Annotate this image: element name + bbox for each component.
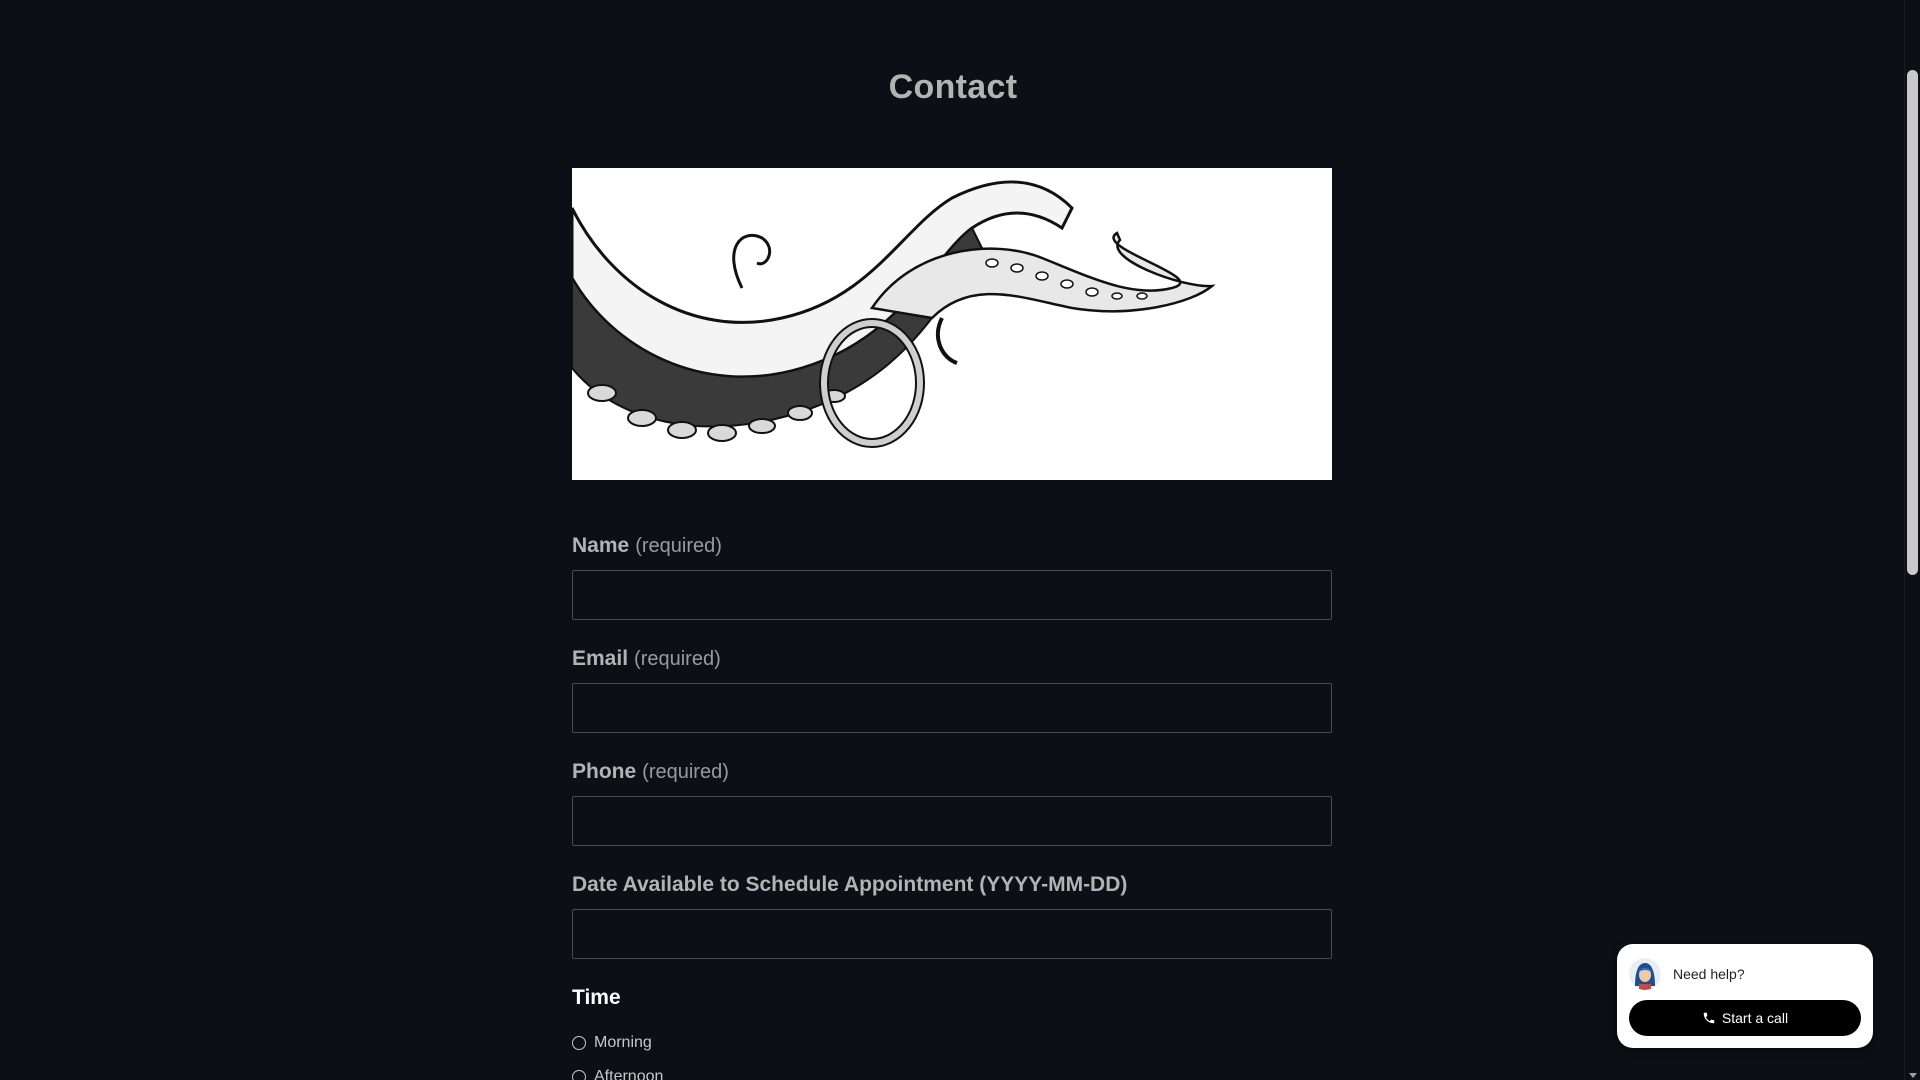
date-input[interactable] xyxy=(572,909,1332,959)
assistant-avatar xyxy=(1629,958,1661,990)
date-field-label: Date Available to Schedule Appointment (… xyxy=(572,873,1127,897)
octopus-tentacles-illustration xyxy=(572,168,1332,480)
phone-icon xyxy=(1703,1012,1715,1024)
phone-label-text: Phone xyxy=(572,760,637,783)
time-option-afternoon[interactable]: Afternoon xyxy=(572,1068,663,1080)
start-call-label: Start a call xyxy=(1721,1010,1789,1026)
start-call-button[interactable]: Start a call xyxy=(1629,1000,1861,1036)
email-field-label: Email (required) xyxy=(572,647,721,671)
phone-input[interactable] xyxy=(572,796,1332,846)
name-label-text: Name xyxy=(572,534,630,557)
morning-label: Morning xyxy=(594,1034,652,1051)
phone-field-label: Phone (required) xyxy=(572,760,729,784)
name-required-hint: (required) xyxy=(635,535,722,557)
need-help-text: Need help? xyxy=(1673,966,1745,982)
name-input[interactable] xyxy=(572,570,1332,620)
page-title: Contact xyxy=(888,68,1018,106)
afternoon-label: Afternoon xyxy=(594,1068,664,1080)
email-input[interactable] xyxy=(572,683,1332,733)
help-chat-widget: Need help? Start a call xyxy=(1617,944,1873,1048)
email-required-hint: (required) xyxy=(634,648,721,670)
date-label-text: Date Available to Schedule Appointment (… xyxy=(572,873,1128,896)
scrollbar-thumb[interactable] xyxy=(1907,70,1918,575)
phone-required-hint: (required) xyxy=(642,761,729,783)
afternoon-radio[interactable] xyxy=(572,1070,586,1080)
name-field-label: Name (required) xyxy=(572,534,722,558)
email-label-text: Email xyxy=(572,647,629,670)
morning-radio[interactable] xyxy=(572,1036,586,1050)
page-scrollbar[interactable] xyxy=(1904,0,1920,1080)
scroll-down-arrow-icon[interactable] xyxy=(1909,1073,1917,1078)
contact-page: Contact Name (required) Email (required)… xyxy=(0,0,1920,1080)
time-option-morning[interactable]: Morning xyxy=(572,1034,652,1052)
time-label: Time xyxy=(572,986,621,1009)
